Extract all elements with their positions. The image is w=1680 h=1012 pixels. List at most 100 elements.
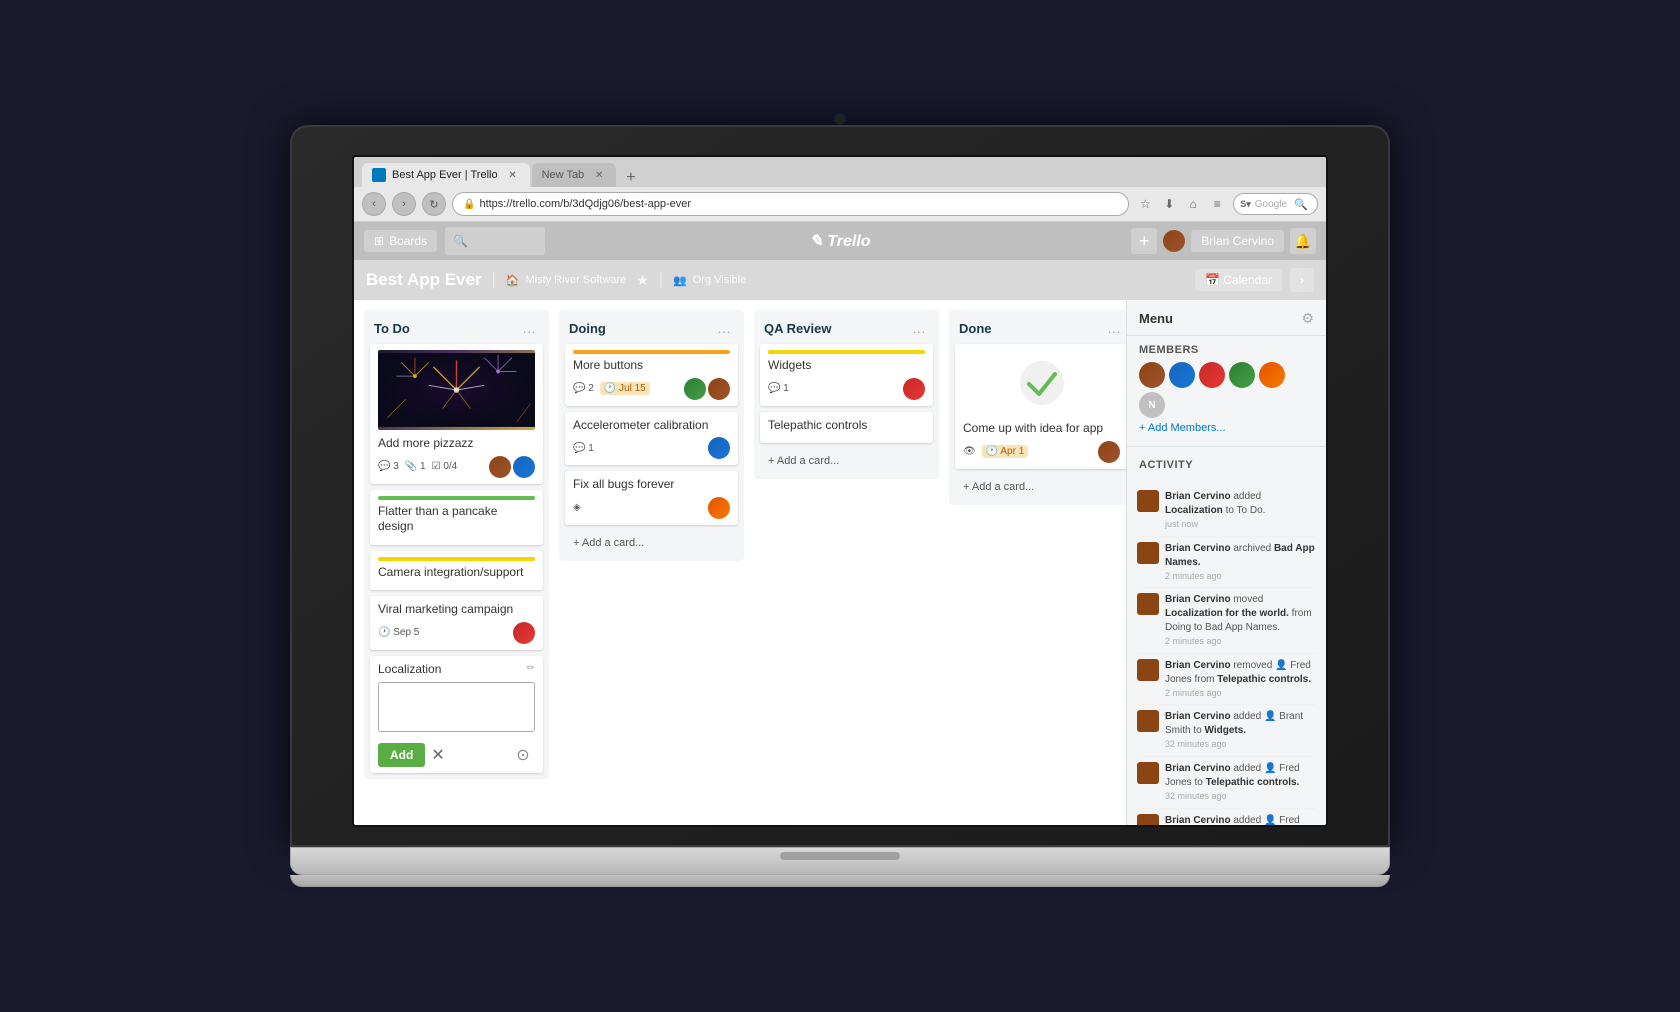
divider-1 — [1127, 446, 1326, 447]
list-qa-title: QA Review — [764, 321, 831, 336]
card-pancake[interactable]: Flatter than a pancake design — [370, 490, 543, 545]
user-menu-button[interactable]: Brian Cervino — [1191, 230, 1284, 252]
list-doing-header: Doing … — [559, 310, 744, 344]
search-input[interactable] — [445, 227, 545, 255]
card-buttons[interactable]: More buttons 💬 2 🕐 Jul 15 — [565, 344, 738, 406]
card-viral[interactable]: Viral marketing campaign 🕐 Sep 5 — [370, 596, 543, 650]
avatar-2 — [513, 456, 535, 478]
menu-close-button[interactable]: ⚙ — [1301, 310, 1314, 327]
list-qa-options[interactable]: … — [909, 318, 929, 338]
search-icon[interactable]: 🔍 — [1291, 194, 1311, 214]
localization-label: Localization — [378, 662, 441, 676]
attach-badge: 📎 1 — [405, 461, 426, 472]
address-text: https://trello.com/b/3dQdjg06/best-app-e… — [479, 198, 691, 210]
calendar-label: Calendar — [1223, 273, 1272, 287]
card-accel-title: Accelerometer calibration — [573, 418, 730, 434]
date-badge-idea: 🕐 Apr 1 — [982, 445, 1029, 458]
user-name: Brian Cervino — [1201, 234, 1274, 248]
list-doing-body: More buttons 💬 2 🕐 Jul 15 — [559, 344, 744, 561]
activity-avatar-7 — [1137, 814, 1159, 825]
pencil-icon: ✏ — [527, 663, 535, 674]
add-button[interactable]: + — [1131, 228, 1157, 254]
tab-newtab-label: New Tab — [542, 169, 585, 181]
org-icon: 🏠 — [506, 274, 520, 287]
activity-section-title: Activity — [1139, 459, 1314, 471]
download-icon[interactable]: ⬇ — [1159, 194, 1179, 214]
card-widgets-meta: 💬 1 — [768, 378, 925, 400]
activity-item-2: Brian Cervino archived Bad App Names. 2 … — [1137, 537, 1316, 589]
activity-text-3: Brian Cervino moved Localization for the… — [1165, 593, 1316, 648]
card-telepathic[interactable]: Telepathic controls — [760, 412, 933, 444]
tab-bar: Best App Ever | Trello ✕ New Tab ✕ + — [354, 157, 1326, 187]
address-bar-row: ‹ › ↻ 🔒 https://trello.com/b/3dQdjg06/be… — [354, 187, 1326, 221]
menu-header: Menu ⚙ — [1127, 300, 1326, 336]
list-todo: To Do … — [364, 310, 549, 779]
card-idea[interactable]: Come up with idea for app 👁 🕐 Apr 1 — [955, 344, 1126, 469]
card-image-fireworks — [378, 350, 535, 430]
boards-label: Boards — [389, 234, 427, 248]
back-button[interactable]: ‹ — [362, 192, 386, 216]
avatar-viral — [513, 622, 535, 644]
home-icon[interactable]: ⌂ — [1183, 194, 1203, 214]
board-header: Best App Ever | 🏠 Misty River Software ★… — [354, 260, 1326, 300]
card-pizzazz[interactable]: Add more pizzazz 💬 3 📎 1 ☑ 0/4 — [370, 344, 543, 484]
add-card-done[interactable]: + Add a card... — [955, 475, 1126, 499]
tab-close-trello[interactable]: ✕ — [506, 168, 520, 182]
list-todo-title: To Do — [374, 321, 410, 336]
card-edit-textarea[interactable] — [378, 682, 535, 732]
activity-item-1: Brian Cervino added Localization to To D… — [1137, 485, 1316, 537]
card-widgets[interactable]: Widgets 💬 1 — [760, 344, 933, 406]
member-3 — [1199, 362, 1225, 388]
list-todo-options[interactable]: … — [519, 318, 539, 338]
tab-close-newtab[interactable]: ✕ — [592, 168, 606, 182]
add-member-button[interactable]: + Add Members... — [1139, 422, 1226, 434]
list-doing-options[interactable]: … — [714, 318, 734, 338]
activity-text-6: Brian Cervino added 👤 Fred Jones to Tele… — [1165, 762, 1316, 803]
star-icon[interactable]: ★ — [636, 272, 649, 289]
add-card-doing[interactable]: + Add a card... — [565, 531, 738, 555]
address-bar[interactable]: 🔒 https://trello.com/b/3dQdjg06/best-app… — [452, 192, 1129, 216]
activity-item-3: Brian Cervino moved Localization for the… — [1137, 588, 1316, 654]
activity-item-4: Brian Cervino removed 👤 Fred Jones from … — [1137, 654, 1316, 706]
notification-button[interactable]: 🔔 — [1290, 228, 1316, 254]
list-todo-header: To Do … — [364, 310, 549, 344]
card-bugs[interactable]: Fix all bugs forever ◈ — [565, 471, 738, 525]
user-avatar — [1163, 230, 1185, 252]
tab-newtab[interactable]: New Tab ✕ — [532, 163, 617, 187]
card-buttons-meta: 💬 2 🕐 Jul 15 — [573, 378, 730, 400]
card-idea-avatars — [1098, 441, 1120, 463]
boards-button[interactable]: ⊞ Boards — [364, 230, 437, 252]
new-tab-button[interactable]: + — [618, 169, 643, 187]
forward-button[interactable]: › — [392, 192, 416, 216]
board-body: To Do … — [354, 300, 1326, 825]
card-bugs-avatars — [708, 497, 730, 519]
member-5 — [1259, 362, 1285, 388]
card-idea-meta: 👁 🕐 Apr 1 — [963, 441, 1120, 463]
list-doing: Doing … More buttons 💬 2 — [559, 310, 744, 561]
cancel-edit-button[interactable]: ✕ — [431, 745, 444, 765]
add-card-submit[interactable]: Add — [378, 743, 425, 767]
menu-toggle-button[interactable]: › — [1290, 268, 1314, 292]
activity-text-2: Brian Cervino archived Bad App Names. 2 … — [1165, 542, 1316, 583]
card-camera[interactable]: Camera integration/support — [370, 551, 543, 591]
menu-panel: Menu ⚙ Members N — [1126, 300, 1326, 825]
checklist-badge: ☑ 0/4 — [432, 461, 458, 472]
tab-trello[interactable]: Best App Ever | Trello ✕ — [362, 163, 530, 187]
board-header-right: 📅 Calendar › — [1195, 268, 1314, 292]
card-accelerometer[interactable]: Accelerometer calibration 💬 1 — [565, 412, 738, 466]
card-buttons-avatars — [684, 378, 730, 400]
card-options-button[interactable]: ⊙ — [511, 743, 535, 767]
card-label-yellow-qa — [768, 350, 925, 354]
list-done-options[interactable]: … — [1104, 318, 1124, 338]
bookmark-icon[interactable]: ☆ — [1135, 194, 1155, 214]
search-bar[interactable]: S▾ Google 🔍 — [1233, 193, 1318, 215]
calendar-button[interactable]: 📅 Calendar — [1195, 269, 1282, 291]
add-card-qa[interactable]: + Add a card... — [760, 449, 933, 473]
menu-icon[interactable]: ≡ — [1207, 194, 1227, 214]
card-label-orange — [573, 350, 730, 354]
comment-badge-buttons: 💬 2 — [573, 383, 594, 394]
activity-text-7: Brian Cervino added 👤 Fred Jones to this… — [1165, 814, 1316, 825]
reload-button[interactable]: ↻ — [422, 192, 446, 216]
activity-avatar-6 — [1137, 762, 1159, 784]
activity-avatar-2 — [1137, 542, 1159, 564]
